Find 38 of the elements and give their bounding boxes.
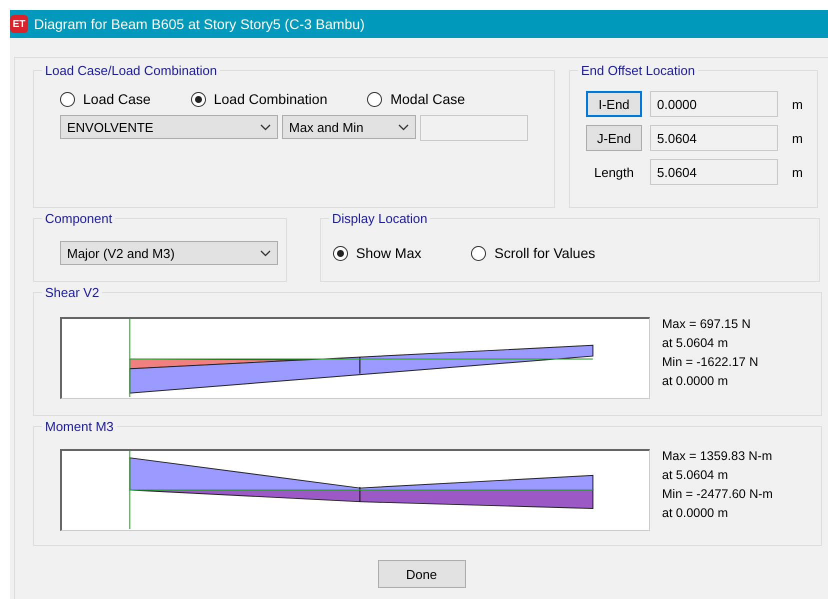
- radio-option[interactable]: Modal Case: [367, 91, 466, 107]
- result-reading: at 5.0604 m: [662, 468, 730, 482]
- radio-option[interactable]: Scroll for Values: [471, 245, 596, 261]
- offset-field[interactable]: 5.0604: [650, 125, 778, 151]
- result-reading: at 0.0000 m: [662, 374, 730, 388]
- group-title: End Offset Location: [578, 63, 698, 78]
- app-logo: ET: [10, 15, 28, 33]
- group-title: Moment M3: [42, 419, 117, 434]
- length-label: Length: [593, 164, 635, 180]
- end-button[interactable]: J-End: [586, 125, 642, 151]
- group-title: Component: [42, 211, 116, 226]
- done-button[interactable]: Done: [378, 560, 466, 588]
- combo-dropdown[interactable]: ENVOLVENTE: [60, 115, 278, 139]
- radio-option[interactable]: Load Combination: [190, 91, 328, 107]
- group-title: Shear V2: [42, 285, 102, 300]
- radio-option[interactable]: Load Case: [60, 91, 151, 107]
- end-button[interactable]: I-End: [586, 91, 642, 117]
- group-title: Load Case/Load Combination: [42, 63, 220, 78]
- chevron-down-icon: [398, 124, 409, 130]
- group-title: Display Location: [329, 211, 430, 226]
- unit-label: m: [792, 96, 803, 112]
- offset-field[interactable]: 0.0000: [650, 91, 778, 117]
- unit-label: m: [792, 130, 803, 146]
- radio-option[interactable]: Show Max: [333, 245, 422, 261]
- component-dropdown[interactable]: Major (V2 and M3): [60, 241, 278, 265]
- window-title: Diagram for Beam B605 at Story Story5 (C-3 Bambu): [34, 16, 365, 32]
- chevron-down-icon: [260, 250, 271, 256]
- mode-dropdown[interactable]: Max and Min: [282, 115, 416, 139]
- result-reading: Max = 697.15 N: [662, 317, 752, 331]
- offset-field[interactable]: 5.0604: [650, 159, 778, 185]
- result-reading: Min = -2477.60 N-m: [662, 487, 773, 501]
- result-reading: Min = -1622.17 N: [662, 355, 758, 369]
- chevron-down-icon: [260, 124, 271, 130]
- result-reading: at 5.0604 m: [662, 336, 730, 350]
- unit-label: m: [792, 164, 803, 180]
- value-field[interactable]: [420, 115, 528, 141]
- result-reading: Max = 1359.83 N-m: [662, 449, 773, 463]
- result-reading: at 0.0000 m: [662, 506, 730, 520]
